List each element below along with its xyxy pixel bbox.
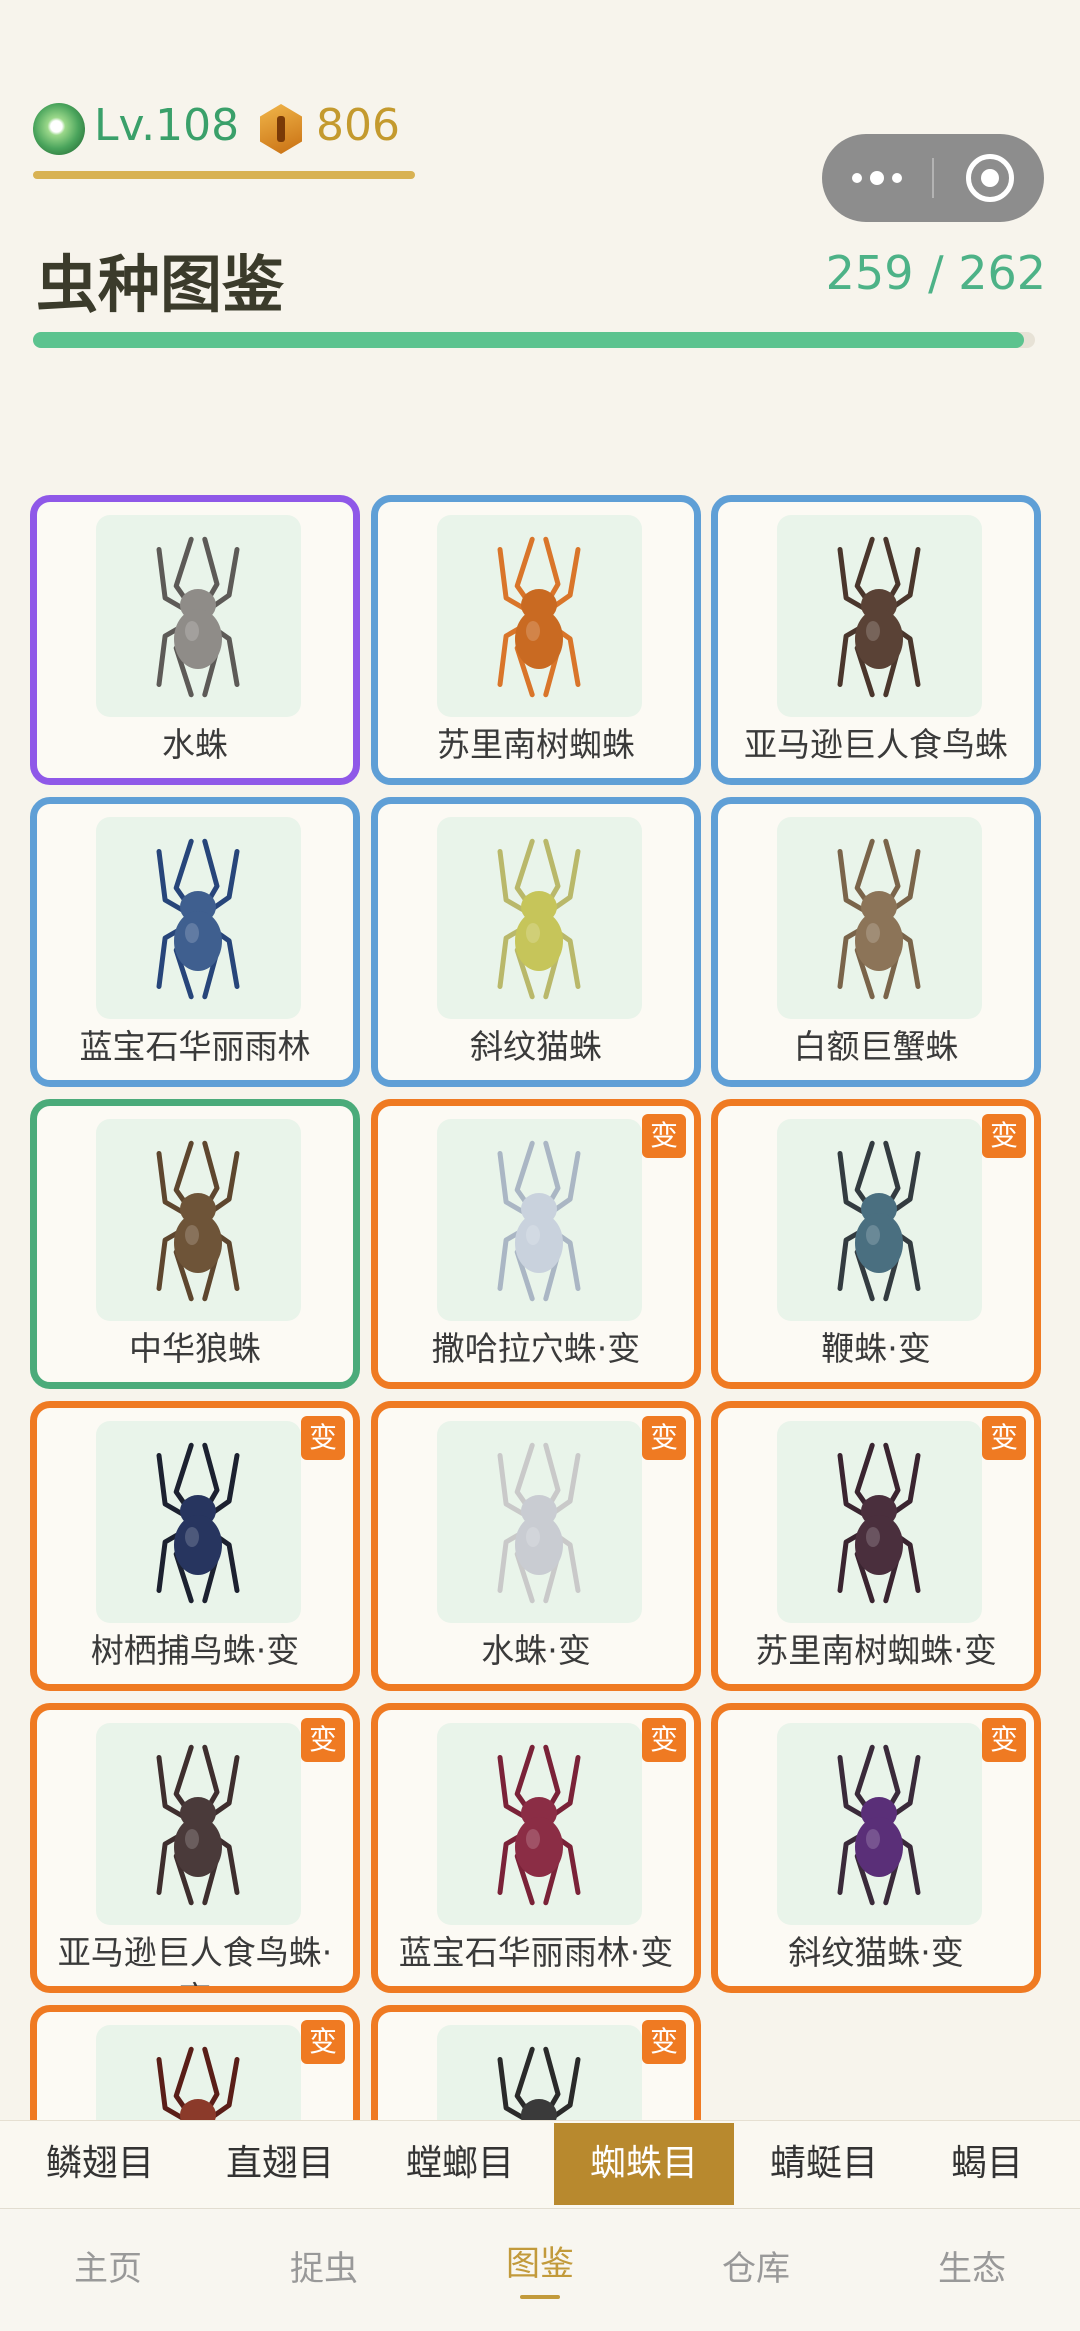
- species-grid[interactable]: 撒哈拉穴蛛 鞭蛛 树栖捕鸟蛛 水蛛 苏里南树蜘蛛 亚马逊巨人食鸟蛛 蓝宝石华丽雨…: [0, 365, 1080, 2120]
- variant-badge: 变: [642, 2020, 686, 2064]
- miniprogram-capsule: [822, 134, 1044, 222]
- spider-image: [437, 2025, 642, 2120]
- species-name: 亚马逊巨人食鸟蛛: [744, 725, 1008, 764]
- page-title: 虫种图鉴: [36, 248, 285, 321]
- variant-badge: 变: [982, 1718, 1026, 1762]
- variant-badge: 变: [982, 1114, 1026, 1158]
- species-name: 蓝宝石华丽雨林: [79, 1027, 311, 1066]
- species-card[interactable]: 变树栖捕鸟蛛·变: [30, 1401, 360, 1691]
- species-card[interactable]: 变斜纹猫蛛·变: [711, 1703, 1041, 1993]
- species-card[interactable]: 中华狼蛛: [30, 1099, 360, 1389]
- species-name: 蓝宝石华丽雨林·变: [398, 1933, 674, 1972]
- species-name: 水蛛: [162, 725, 228, 764]
- species-name: 斜纹猫蛛·变: [788, 1933, 964, 1972]
- species-card[interactable]: 变亚马逊巨人食鸟蛛·变: [30, 1703, 360, 1993]
- spider-image: [777, 1119, 982, 1321]
- collection-count: 259 / 262: [825, 246, 1046, 300]
- species-name: 树栖捕鸟蛛·变: [90, 1631, 300, 1670]
- nav-item[interactable]: 生态: [864, 2209, 1080, 2331]
- variant-badge: 变: [982, 1416, 1026, 1460]
- species-name: 中华狼蛛: [129, 1329, 261, 1368]
- level-badge-icon: [33, 103, 85, 155]
- species-name: 撒哈拉穴蛛·变: [431, 1329, 641, 1368]
- species-name: 苏里南树蜘蛛·变: [755, 1631, 997, 1670]
- species-card[interactable]: 亚马逊巨人食鸟蛛: [711, 495, 1041, 785]
- species-card[interactable]: 变: [371, 2005, 701, 2120]
- species-card[interactable]: 变鞭蛛·变: [711, 1099, 1041, 1389]
- species-card[interactable]: 水蛛: [30, 495, 360, 785]
- species-card[interactable]: 苏里南树蜘蛛: [371, 495, 701, 785]
- category-tab[interactable]: 蜻蜓目: [744, 2123, 904, 2205]
- nav-item[interactable]: 捉虫: [216, 2209, 432, 2331]
- species-name: 斜纹猫蛛: [470, 1027, 602, 1066]
- species-card[interactable]: 白额巨蟹蛛: [711, 797, 1041, 1087]
- spider-image: [777, 817, 982, 1019]
- spider-image: [96, 1421, 301, 1623]
- close-target-icon[interactable]: [966, 154, 1014, 202]
- species-card[interactable]: 变水蛛·变: [371, 1401, 701, 1691]
- bottom-nav: 主页 捉虫 图鉴 仓库 生态: [0, 2208, 1080, 2331]
- spider-image: [437, 1119, 642, 1321]
- variant-badge: 变: [301, 1416, 345, 1460]
- spider-image: [96, 515, 301, 717]
- variant-badge: 变: [642, 1718, 686, 1762]
- category-tabs: 鳞翅目 直翅目 螳螂目 蜘蛛目 蜻蜓目 蝎目: [0, 2120, 1080, 2208]
- collection-progress-fill: [33, 332, 1024, 348]
- species-card[interactable]: 变蓝宝石华丽雨林·变: [371, 1703, 701, 1993]
- species-name: 亚马逊巨人食鸟蛛·变: [57, 1933, 333, 1986]
- variant-badge: 变: [642, 1416, 686, 1460]
- spider-image: [437, 817, 642, 1019]
- coin-count: 806: [316, 100, 400, 151]
- category-tab[interactable]: 鳞翅目: [20, 2123, 180, 2205]
- spider-image: [96, 2025, 301, 2120]
- species-name: 鞭蛛·变: [821, 1329, 931, 1368]
- species-name: 水蛛·变: [481, 1631, 591, 1670]
- spider-image: [437, 515, 642, 717]
- spider-image: [96, 1119, 301, 1321]
- level-bar: [33, 171, 415, 179]
- variant-badge: 变: [642, 1114, 686, 1158]
- category-tab[interactable]: 直翅目: [200, 2123, 360, 2205]
- species-card[interactable]: 蓝宝石华丽雨林: [30, 797, 360, 1087]
- spider-image: [437, 1723, 642, 1925]
- header: Lv.108 806 虫种图鉴 259 / 262: [0, 0, 1080, 365]
- variant-badge: 变: [301, 2020, 345, 2064]
- category-tab[interactable]: 蜘蛛目: [554, 2123, 734, 2205]
- variant-badge: 变: [301, 1718, 345, 1762]
- species-card[interactable]: 变苏里南树蜘蛛·变: [711, 1401, 1041, 1691]
- species-name: 苏里南树蜘蛛: [437, 725, 635, 764]
- species-card[interactable]: 变撒哈拉穴蛛·变: [371, 1099, 701, 1389]
- capsule-divider: [932, 158, 934, 198]
- spider-image: [777, 1421, 982, 1623]
- species-name: 白额巨蟹蛛: [793, 1027, 959, 1066]
- spider-image: [437, 1421, 642, 1623]
- spider-image: [777, 1723, 982, 1925]
- spider-image: [96, 1723, 301, 1925]
- more-icon[interactable]: [822, 134, 932, 222]
- level-text: Lv.108: [94, 100, 240, 151]
- category-tab[interactable]: 螳螂目: [380, 2123, 540, 2205]
- species-card[interactable]: 变: [30, 2005, 360, 2120]
- category-tab[interactable]: 蝎目: [912, 2123, 1062, 2205]
- spider-image: [96, 817, 301, 1019]
- nav-item[interactable]: 仓库: [648, 2209, 864, 2331]
- species-card[interactable]: 斜纹猫蛛: [371, 797, 701, 1087]
- coin-icon: [260, 104, 302, 154]
- collection-progress-bar: [33, 332, 1035, 348]
- spider-image: [777, 515, 982, 717]
- nav-item[interactable]: 主页: [0, 2209, 216, 2331]
- nav-item[interactable]: 图鉴: [432, 2209, 648, 2331]
